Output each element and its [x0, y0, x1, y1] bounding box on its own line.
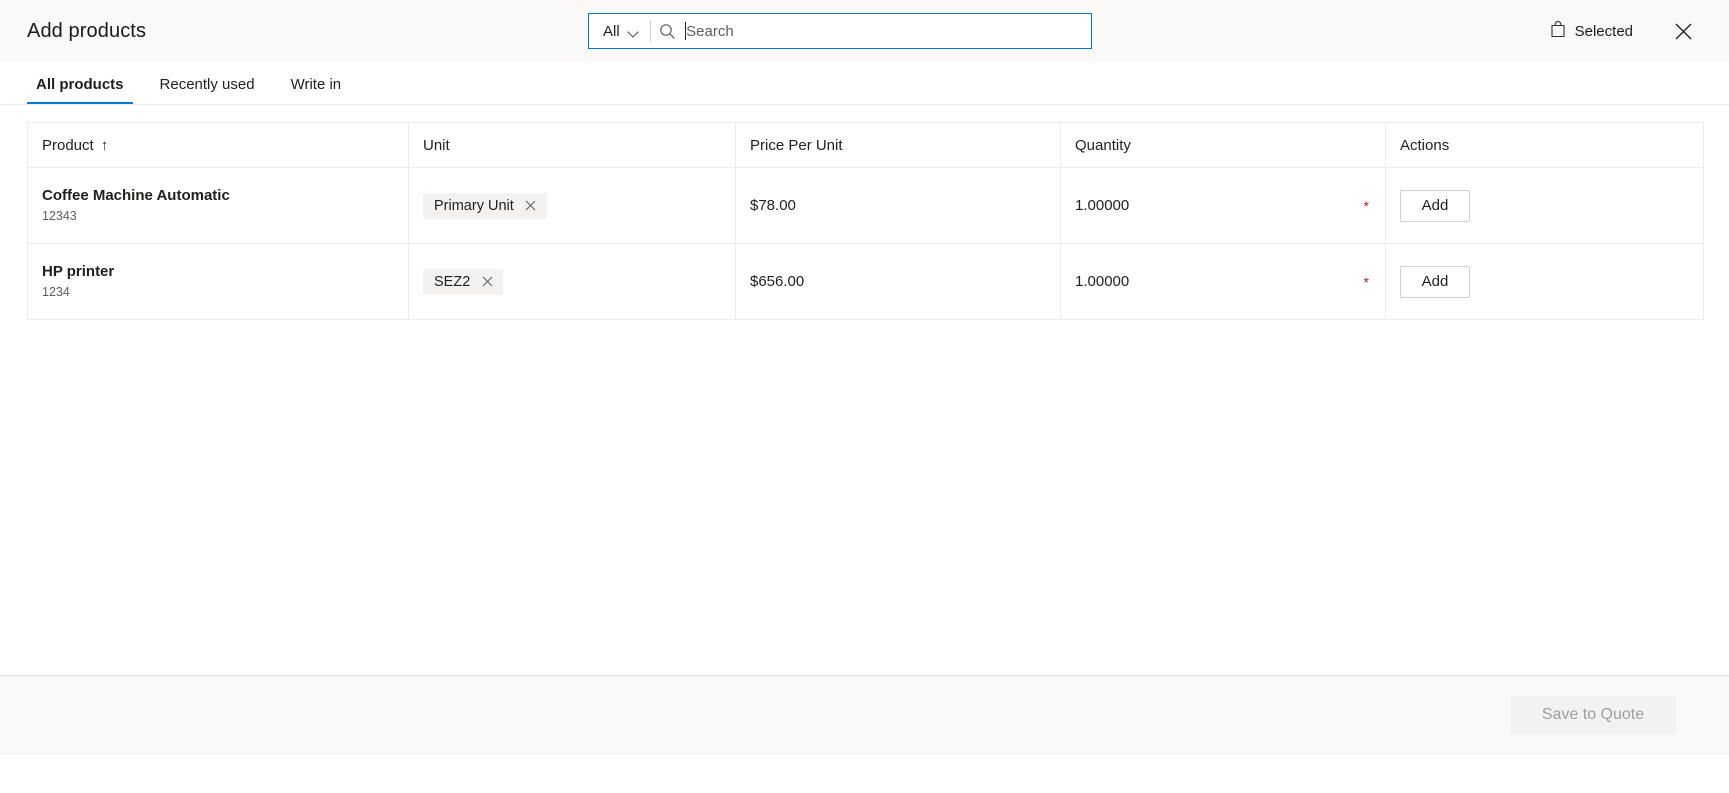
unit-pill-label: Primary Unit — [434, 197, 514, 214]
product-name: Coffee Machine Automatic — [42, 187, 230, 204]
column-header-quantity-label: Quantity — [1075, 136, 1131, 154]
column-header-actions: Actions — [1386, 123, 1703, 167]
cell-price-per-unit: $656.00 — [736, 244, 1061, 319]
close-icon[interactable] — [480, 275, 494, 289]
required-marker: * — [1363, 273, 1369, 290]
product-id: 12343 — [42, 209, 77, 223]
save-to-quote-button[interactable]: Save to Quote — [1510, 695, 1676, 734]
add-button[interactable]: Add — [1400, 265, 1470, 298]
search-input[interactable]: Search — [684, 14, 1091, 48]
required-marker: * — [1363, 197, 1369, 214]
chevron-down-icon — [628, 28, 639, 35]
unit-pill[interactable]: SEZ2 — [423, 268, 504, 295]
column-header-product-label: Product — [42, 136, 94, 154]
column-header-unit-label: Unit — [423, 136, 450, 154]
table-row[interactable]: HP printer 1234 SEZ2 $656.00 1.00000 * A… — [28, 244, 1703, 320]
tab-write-in[interactable]: Write in — [282, 76, 351, 104]
cell-unit: SEZ2 — [409, 244, 736, 319]
close-icon[interactable] — [524, 199, 538, 213]
dialog-header: Add products All Search Selected — [0, 0, 1729, 62]
search-icon — [651, 14, 685, 48]
add-button[interactable]: Add — [1400, 189, 1470, 222]
cell-product: HP printer 1234 — [28, 244, 409, 319]
unit-pill-label: SEZ2 — [434, 273, 471, 290]
search-scope-label: All — [603, 22, 620, 40]
table-header-row: Product ↑ Unit Price Per Unit Quantity A… — [28, 123, 1703, 168]
close-icon[interactable] — [1667, 15, 1699, 47]
bottom-strip — [0, 753, 1729, 793]
column-header-actions-label: Actions — [1400, 136, 1450, 154]
price-value: $656.00 — [750, 273, 805, 290]
page-title: Add products — [27, 19, 147, 42]
products-content: Product ↑ Unit Price Per Unit Quantity A… — [0, 105, 1729, 675]
price-value: $78.00 — [750, 197, 796, 214]
cell-price-per-unit: $78.00 — [736, 168, 1061, 243]
cell-quantity[interactable]: 1.00000 * — [1061, 244, 1386, 319]
table-row[interactable]: Coffee Machine Automatic 12343 Primary U… — [28, 168, 1703, 244]
tab-list: All products Recently used Write in — [0, 62, 1729, 105]
search-scope-dropdown[interactable]: All — [589, 14, 650, 48]
unit-pill[interactable]: Primary Unit — [423, 192, 547, 219]
quantity-value: 1.00000 — [1075, 197, 1130, 214]
product-id: 1234 — [42, 285, 70, 299]
tab-all-products[interactable]: All products — [27, 76, 133, 104]
tab-recently-used[interactable]: Recently used — [151, 76, 264, 104]
cell-unit: Primary Unit — [409, 168, 736, 243]
column-header-quantity[interactable]: Quantity — [1061, 123, 1386, 167]
header-actions: Selected — [1546, 15, 1705, 47]
sort-ascending-icon: ↑ — [100, 136, 109, 154]
dialog-footer: Save to Quote — [0, 675, 1729, 753]
products-table: Product ↑ Unit Price Per Unit Quantity A… — [27, 122, 1704, 320]
column-header-product[interactable]: Product ↑ — [28, 123, 409, 167]
shopping-bag-icon — [1550, 20, 1566, 43]
cell-quantity[interactable]: 1.00000 * — [1061, 168, 1386, 243]
search-bar[interactable]: All Search — [588, 13, 1092, 49]
cell-actions: Add — [1386, 244, 1703, 319]
cell-product: Coffee Machine Automatic 12343 — [28, 168, 409, 243]
column-header-price-label: Price Per Unit — [750, 136, 843, 154]
selected-label: Selected — [1574, 22, 1633, 40]
cell-actions: Add — [1386, 168, 1703, 243]
quantity-value: 1.00000 — [1075, 273, 1130, 290]
search-placeholder: Search — [686, 22, 734, 40]
column-header-unit[interactable]: Unit — [409, 123, 736, 167]
product-name: HP printer — [42, 263, 115, 280]
add-products-dialog: Add products All Search Selected All pro… — [0, 0, 1729, 793]
selected-button[interactable]: Selected — [1546, 16, 1637, 47]
column-header-price-per-unit[interactable]: Price Per Unit — [736, 123, 1061, 167]
